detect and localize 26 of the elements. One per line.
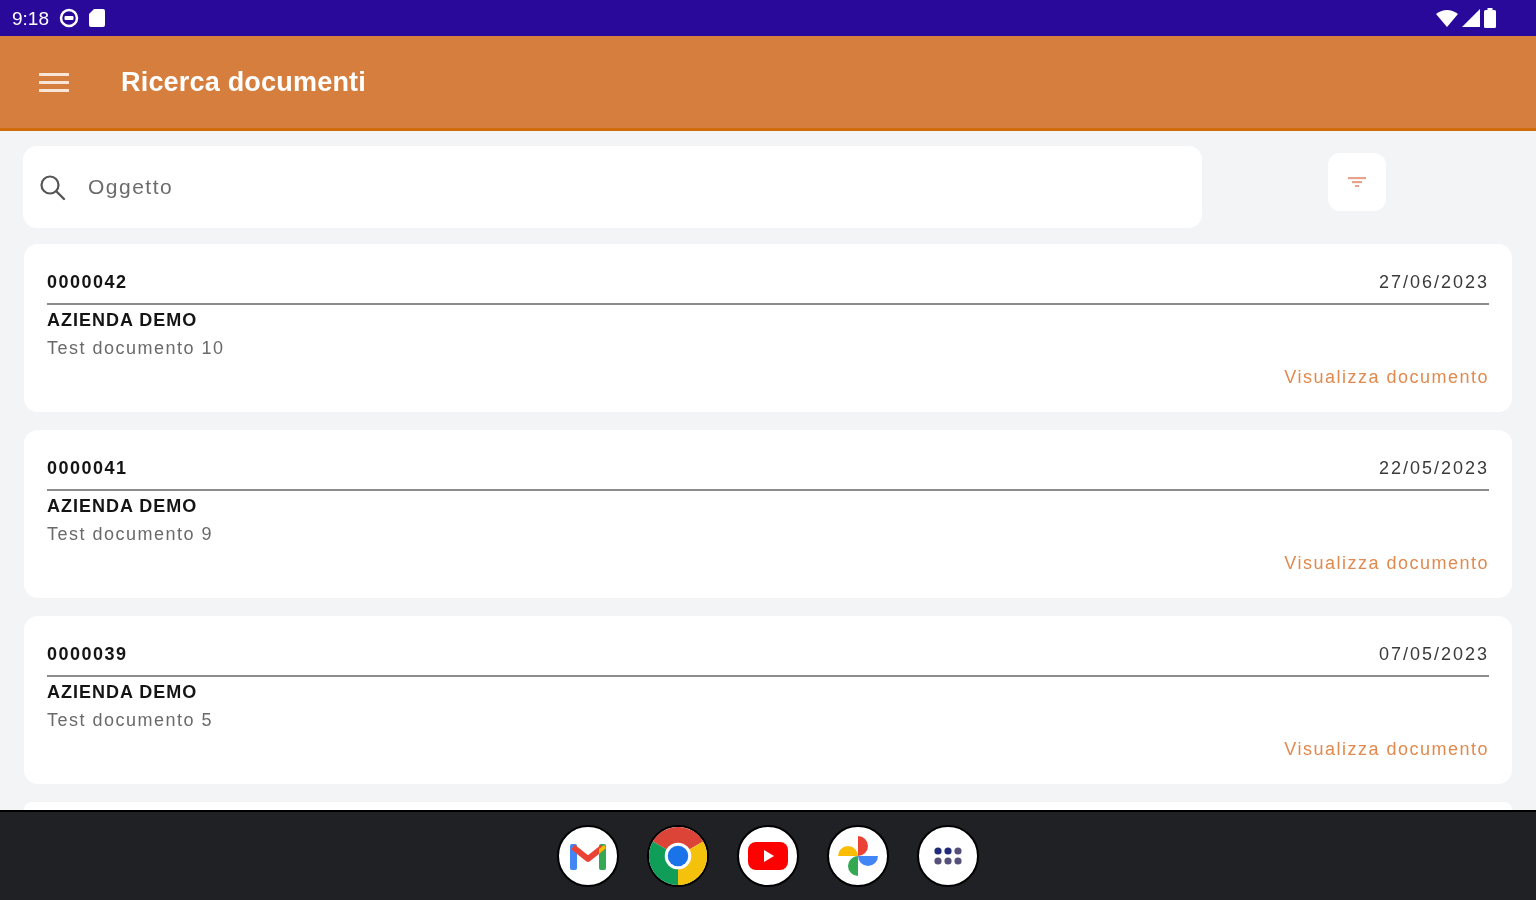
battery-icon <box>1484 8 1496 28</box>
document-description: Test documento 10 <box>47 338 225 358</box>
status-time: 9:18 <box>12 8 49 28</box>
search-field[interactable]: Oggetto <box>23 146 1202 228</box>
document-description: Test documento 9 <box>47 524 214 544</box>
page-title: Ricerca documenti <box>121 65 366 99</box>
circle-status-icon <box>59 8 79 28</box>
company-name: AZIENDA DEMO <box>47 496 198 516</box>
view-document-link[interactable]: Visualizza documento <box>1284 553 1489 573</box>
signal-icon <box>1462 9 1480 27</box>
document-number: 0000041 <box>47 458 128 478</box>
wifi-icon <box>1436 9 1458 27</box>
document-date: 27/06/2023 <box>1378 272 1489 292</box>
sd-card-icon <box>89 9 105 27</box>
document-date: 22/05/2023 <box>1378 458 1489 478</box>
document-number: 0000039 <box>47 644 128 664</box>
document-number: 0000042 <box>47 272 128 292</box>
document-date: 07/05/2023 <box>1378 644 1489 664</box>
company-name: AZIENDA DEMO <box>47 682 198 702</box>
filter-icon <box>1348 177 1366 187</box>
menu-icon <box>39 72 69 92</box>
view-document-link[interactable]: Visualizza documento <box>1284 739 1489 759</box>
company-name: AZIENDA DEMO <box>47 310 198 330</box>
search-icon <box>39 174 66 201</box>
view-document-link[interactable]: Visualizza documento <box>1284 367 1489 387</box>
document-description: Test documento 5 <box>47 710 214 730</box>
